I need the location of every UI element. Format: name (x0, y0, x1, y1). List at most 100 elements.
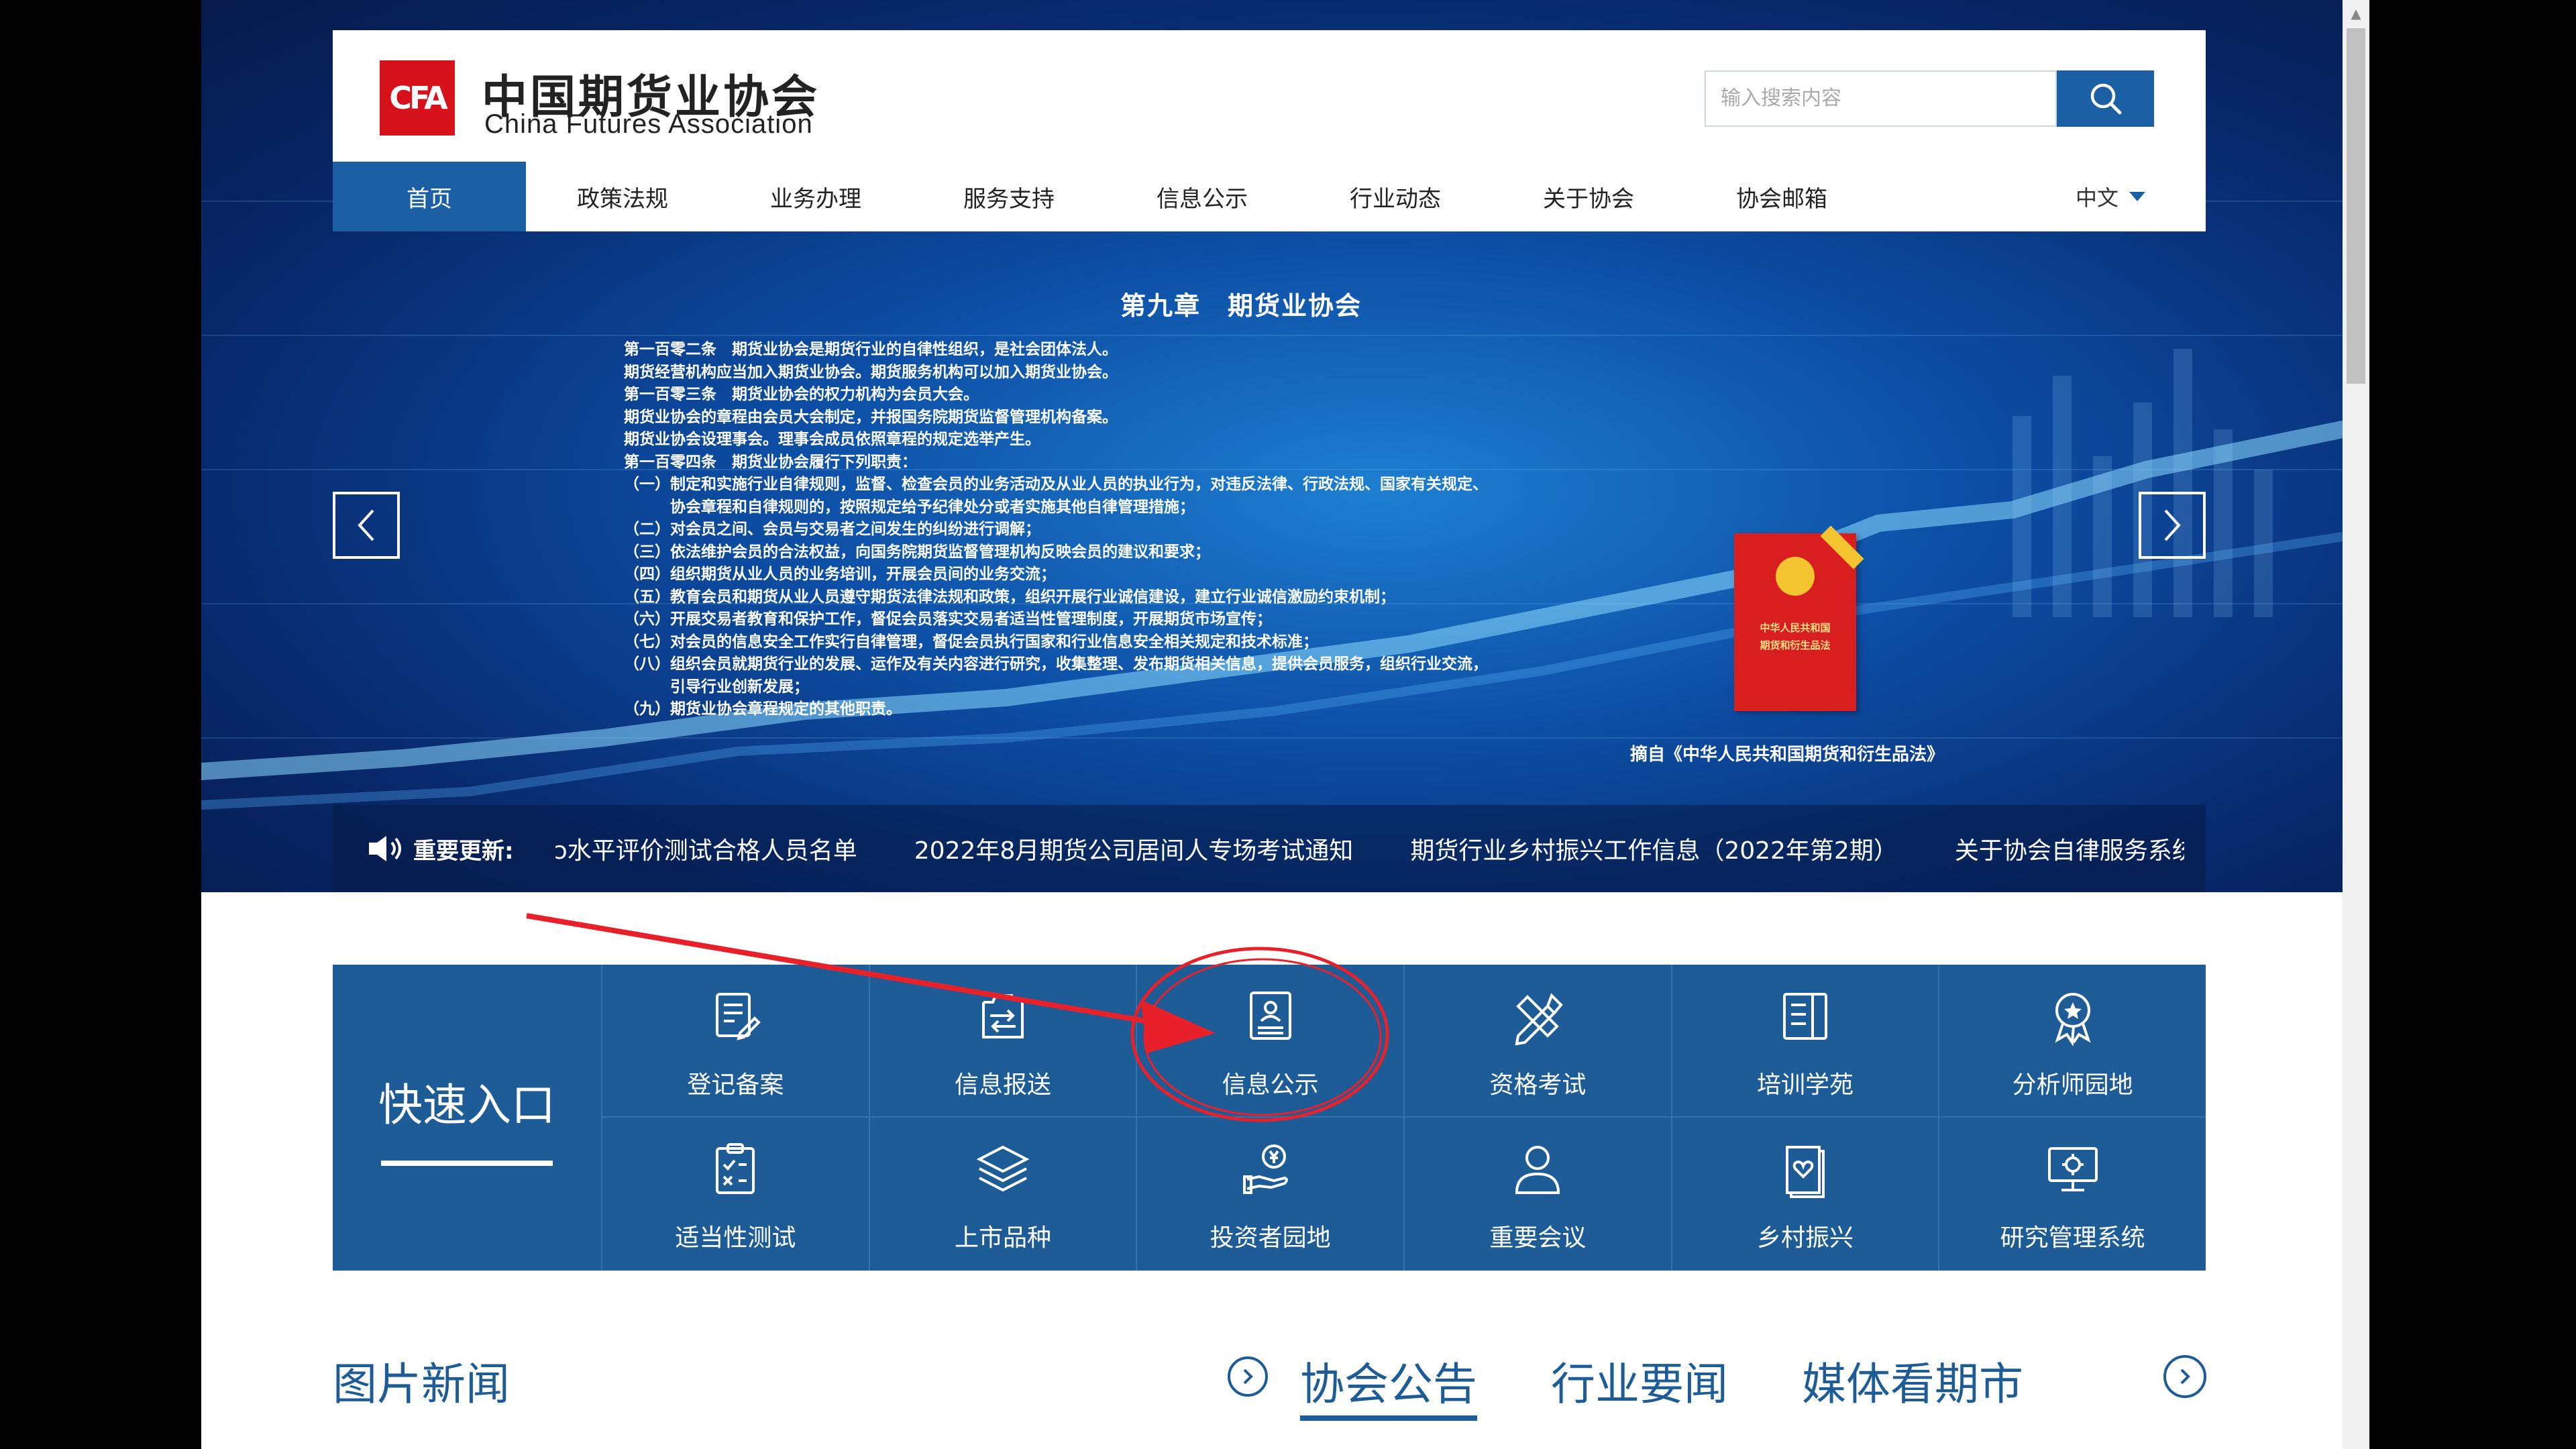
tab-media[interactable]: 媒体看期市 (1802, 1348, 2023, 1413)
law-book-image: 中华人民共和国 期货和衍生品法 (1734, 525, 1864, 711)
chevron-left-icon (358, 509, 374, 541)
quick-item-suitability[interactable]: 适当性测试 (601, 1118, 869, 1271)
search-icon (2090, 83, 2121, 115)
meeting-icon (1515, 1146, 1560, 1194)
search-input[interactable]: 输入搜索内容 (1705, 70, 2057, 127)
slide-line: 期货业协会的章程由会员大会制定，并报国务院期货监督管理机构备案。 (624, 408, 1118, 426)
quick-item-listed-products[interactable]: 上市品种 (868, 1118, 1136, 1271)
quick-item-label: 研究管理系统 (2000, 1224, 2145, 1252)
slide-line: （五）教育会员和期货从业人员遵守期货法律法规和政策，组织开展行业诚信建设，建立行… (624, 588, 1395, 606)
chevron-right-icon (2164, 509, 2181, 541)
ticker-item[interactable]: 关于协会自律服务系统停机维 (1955, 831, 2184, 866)
slide-body: 第一百零二条 期货业协会是期货行业的自律性组织，是社会团体法人。 期货经营机构应… (624, 339, 1865, 721)
quick-item-label: 信息报送 (954, 1071, 1051, 1099)
slide-line: （七）对会员的信息安全工作实行自律管理，督促会员执行国家和行业信息安全相关规定和… (624, 633, 1318, 651)
carousel-prev-button[interactable] (333, 492, 400, 559)
research-icon (2047, 1147, 2098, 1191)
analyst-icon (2055, 993, 2091, 1046)
exam-icon (1515, 993, 1564, 1046)
scrollbar-thumb[interactable] (2347, 28, 2365, 384)
slide-line: 引导行业创新发展； (624, 678, 809, 696)
report-icon (981, 994, 1024, 1038)
logo-english-name: China Futures Association (484, 109, 813, 139)
slide-line: （二）对会员之间、会员与交易者之间发生的纠纷进行调解； (624, 521, 1040, 538)
site-header: CFA 中国期货业协会 China Futures Association 输入… (333, 30, 2206, 231)
page: CFA 中国期货业协会 China Futures Association 输入… (201, 0, 2343, 1449)
nav-item-policy[interactable]: 政策法规 (526, 162, 719, 231)
news-tabs: 协会公告 行业要闻 媒体看期市 (1228, 1348, 2097, 1422)
language-label: 中文 (2075, 185, 2118, 211)
slide-line: 协会章程和自律规则的，按照规定给予纪律处分或者实施其他自律管理措施； (624, 498, 1195, 516)
carousel-next-button[interactable] (2139, 492, 2206, 559)
quick-item-rural[interactable]: 乡村振兴 (1670, 1118, 1939, 1271)
quick-item-investor[interactable]: 投资者园地 (1136, 1118, 1403, 1271)
quick-item-training[interactable]: 培训学苑 (1670, 965, 1939, 1118)
tab-industry-news[interactable]: 行业要闻 (1551, 1348, 1728, 1413)
vertical-scrollbar[interactable]: ▲ (2343, 0, 2369, 1449)
chevron-right-icon (2180, 1368, 2190, 1385)
quick-item-analyst[interactable]: 分析师园地 (1938, 965, 2206, 1118)
slide-line: 期货业协会设理事会。理事会成员依照章程的规定选举产生。 (624, 431, 1040, 448)
nav-item-business[interactable]: 业务办理 (719, 162, 912, 231)
book-title: 中华人民共和国 期货和衍生品法 (1741, 619, 1849, 654)
slide-line: （九）期货业协会章程规定的其他职责。 (624, 700, 902, 718)
quick-item-register[interactable]: 登记备案 (601, 965, 869, 1118)
cfa-logo[interactable]: CFA (380, 60, 455, 136)
quick-item-meeting[interactable]: 重要会议 (1403, 1118, 1671, 1271)
ticker-item[interactable]: ɔ水平评价测试合格人员名单 (554, 831, 857, 866)
quick-item-label: 培训学苑 (1756, 1071, 1854, 1099)
nav-item-mail[interactable]: 协会邮箱 (1685, 162, 1878, 231)
slide-line: （六）开展交易者教育和保护工作，督促会员落实交易者适当性管理制度，开展期货市场宣… (624, 610, 1272, 628)
nav-item-disclosure[interactable]: 信息公示 (1106, 162, 1299, 231)
ticker-item[interactable]: 期货行业乡村振兴工作信息（2022年第2期） (1410, 831, 1898, 866)
quick-item-report[interactable]: 信息报送 (868, 965, 1136, 1118)
news-ticker: 重要更新: ɔ水平评价测试合格人员名单 2022年8月期货公司居间人专场考试通知… (333, 805, 2206, 892)
slide-line: 第一百零二条 期货业协会是期货行业的自律性组织，是社会团体法人。 (624, 341, 1118, 358)
news-more-button[interactable] (2163, 1355, 2206, 1398)
training-icon (1782, 993, 1827, 1040)
quick-item-label: 乡村振兴 (1756, 1224, 1854, 1252)
quick-item-label: 分析师园地 (2012, 1071, 2133, 1099)
quick-item-exam[interactable]: 资格考试 (1403, 965, 1671, 1118)
photo-news-title[interactable]: 图片新闻 (333, 1348, 510, 1413)
slide-source: 摘自《中华人民共和国期货和衍生品法》 (1630, 745, 1945, 765)
nav-item-home[interactable]: 首页 (333, 162, 526, 231)
nav-item-about[interactable]: 关于协会 (1492, 162, 1685, 231)
tab-announcements[interactable]: 协会公告 (1300, 1348, 1477, 1421)
rural-icon (1785, 1146, 1825, 1198)
quick-entry-panel: 快速入口 登记备案 信息报送 信息公示 资格考试 培训学苑 分析师园地 适当性测… (333, 965, 2206, 1271)
quick-item-label: 重要会议 (1489, 1224, 1587, 1252)
ticker-label: 重要更新: (413, 837, 514, 865)
nav-item-news[interactable]: 行业动态 (1299, 162, 1492, 231)
layers-icon (976, 1145, 1030, 1192)
quick-item-label: 投资者园地 (1210, 1224, 1331, 1252)
slide-line: （三）依法维护会员的合法权益，向国务院期货监督管理机构反映会员的建议和要求； (624, 543, 1210, 561)
ticker-item[interactable]: 2022年8月期货公司居间人专场考试通知 (914, 831, 1354, 866)
slide-line: 期货经营机构应当加入期货业协会。期货服务机构可以加入期货业协会。 (624, 363, 1118, 381)
quick-item-research[interactable]: 研究管理系统 (1938, 1118, 2206, 1271)
language-selector[interactable]: 中文 (2076, 162, 2145, 231)
slide-line: （八）组织会员就期货行业的发展、运作及有关内容进行研究，收集整理、发布期货相关信… (624, 655, 1488, 673)
slide-line: （一）制定和实施行业自律规则，监督、检查会员的业务活动及从业人员的执业行为，对违… (624, 476, 1488, 493)
quick-item-label: 适当性测试 (675, 1224, 796, 1252)
slide-line: 第一百零四条 期货业协会履行下列职责： (624, 453, 917, 471)
scroll-up-arrow-icon[interactable]: ▲ (2343, 0, 2369, 27)
slide-line: （四）组织期货从业人员的业务培训，开展会员间的业务交流； (624, 566, 1056, 583)
quick-item-label: 资格考试 (1489, 1071, 1587, 1099)
quick-item-label: 登记备案 (687, 1071, 784, 1099)
news-prev-button[interactable] (1228, 1356, 1268, 1397)
speaker-icon (369, 836, 401, 861)
book-title-line: 中华人民共和国 (1760, 622, 1831, 634)
slide-line: 第一百零三条 期货业协会的权力机构为会员大会。 (624, 386, 979, 403)
search-button[interactable] (2057, 70, 2154, 127)
quick-item-label: 信息公示 (1222, 1071, 1319, 1099)
national-emblem-icon (1776, 557, 1815, 596)
chevron-right-icon (1243, 1368, 1253, 1385)
quick-item-info-disclosure[interactable]: 信息公示 (1136, 965, 1403, 1118)
title-underline (381, 1161, 553, 1166)
quick-entry-grid: 登记备案 信息报送 信息公示 资格考试 培训学苑 分析师园地 适当性测试 上市品… (601, 965, 2206, 1271)
investor-icon (1242, 1144, 1288, 1194)
suitability-icon (716, 1143, 755, 1194)
nav-item-service[interactable]: 服务支持 (912, 162, 1106, 231)
caret-down-icon (2129, 192, 2145, 201)
